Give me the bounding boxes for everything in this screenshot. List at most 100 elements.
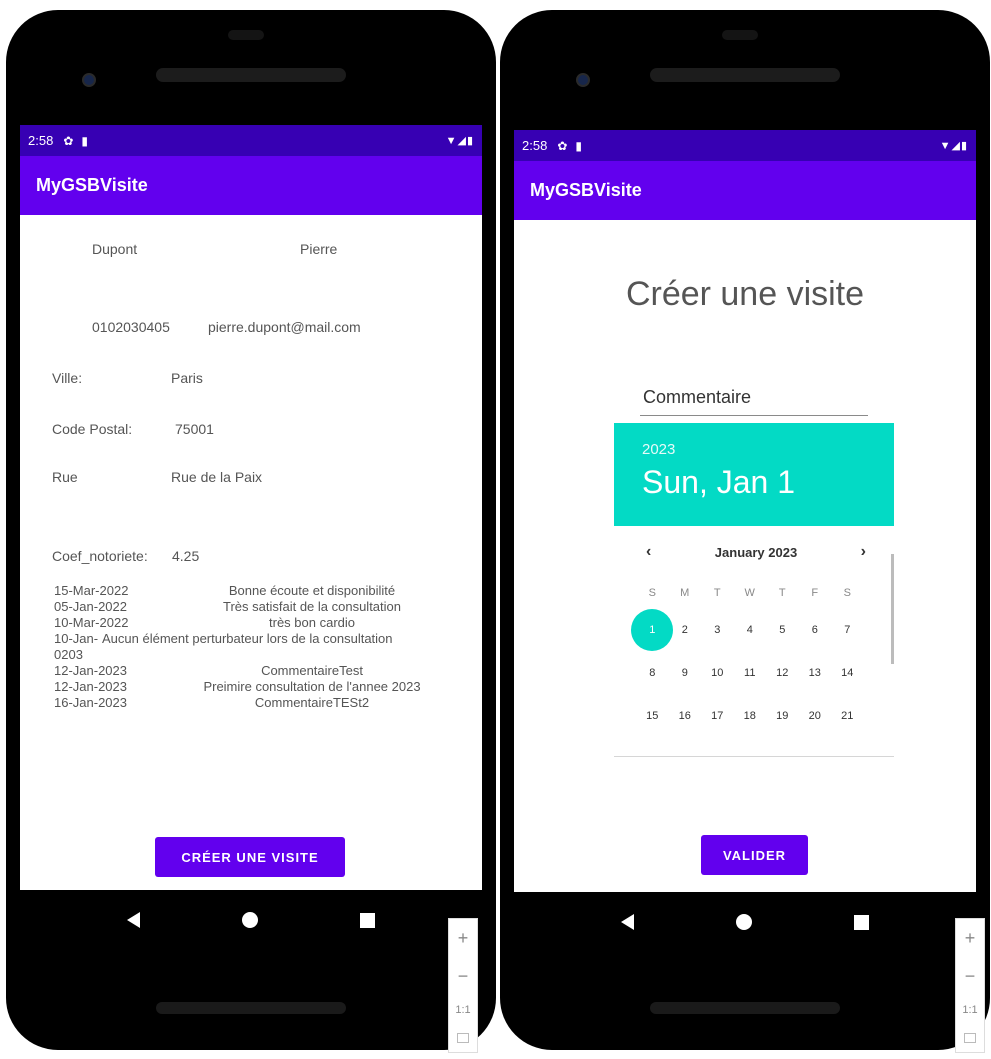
calendar-day-label: 12 <box>776 666 789 679</box>
month-label: January 2023 <box>714 544 798 560</box>
weekday-label: T <box>713 587 721 599</box>
zoom-out-button[interactable]: − <box>965 966 976 987</box>
create-visit-button[interactable]: CRÉER UNE VISITE <box>155 837 345 877</box>
calendar-day-selected[interactable]: 1 <box>631 608 673 651</box>
weekday-label: T <box>778 587 786 599</box>
calendar-day[interactable]: 7 <box>831 608 864 651</box>
list-item: 10-Mar-2022 très bon cardio <box>54 615 464 631</box>
validate-button[interactable]: VALIDER <box>701 835 808 875</box>
zoom-fit-icon[interactable] <box>457 1033 469 1044</box>
page-title: Créer une visite <box>625 275 865 313</box>
visit-date: 15-Mar-2022 <box>54 583 129 598</box>
code-postal-label: Code Postal: <box>52 421 133 437</box>
calendar-day[interactable]: 6 <box>799 608 832 651</box>
calendar-day-label: 21 <box>841 709 854 722</box>
zoom-one-to-one-button[interactable]: 1:1 <box>455 1004 470 1016</box>
ville-value: Paris <box>171 370 203 386</box>
recents-icon[interactable] <box>854 914 869 930</box>
calendar-scrollbar[interactable] <box>891 554 894 664</box>
back-icon[interactable] <box>621 914 634 930</box>
camera-bump <box>722 30 758 40</box>
calendar-grid: S M T W T F S 1 2 3 4 5 6 7 8 9 10 11 12 13 14 15 16 17 18 19 20 21 <box>631 578 894 737</box>
navigation-bar <box>500 892 990 952</box>
calendar-day[interactable]: 10 <box>701 651 734 694</box>
calendar-day[interactable]: 9 <box>669 651 702 694</box>
recents-icon[interactable] <box>360 912 375 928</box>
zoom-fit-icon[interactable] <box>964 1033 976 1044</box>
zoom-out-button[interactable]: − <box>458 966 469 987</box>
phone-frame-right: 2:58 ✿ ▮ ▼◢▮ MyGSBVisite Créer une visit… <box>500 10 990 1050</box>
sd-card-icon: ▮ <box>81 133 88 148</box>
home-icon[interactable] <box>242 912 258 928</box>
calendar-day[interactable]: 18 <box>734 694 767 737</box>
calendar-day[interactable]: 8 <box>636 651 669 694</box>
zoom-in-button[interactable]: + <box>965 928 976 949</box>
calendar-day[interactable]: 15 <box>636 694 669 737</box>
settings-icon: ✿ <box>557 138 568 153</box>
chevron-left-icon[interactable]: ‹ <box>646 543 651 561</box>
year-label[interactable]: 2023 <box>642 441 894 458</box>
visit-date: 10-Mar-2022 <box>54 615 129 630</box>
signal-battery-icons: ▼◢▮ <box>939 140 968 152</box>
list-item: 15-Mar-2022 Bonne écoute et disponibilit… <box>54 583 464 599</box>
calendar-day[interactable]: 11 <box>734 651 767 694</box>
app-bar: MyGSBVisite <box>20 156 482 215</box>
comment-field[interactable] <box>640 380 868 416</box>
visit-date: 12-Jan-2023 <box>54 679 127 694</box>
settings-icon: ✿ <box>63 133 74 148</box>
calendar-day-label: 20 <box>808 709 821 722</box>
calendar-day-label: 2 <box>681 623 688 636</box>
visit-date: 10-Jan-0203 <box>54 631 99 662</box>
weekday-label: F <box>811 587 819 599</box>
visit-comment: Bonne écoute et disponibilité <box>228 583 396 598</box>
calendar-day-label: 17 <box>711 709 724 722</box>
coef-label: Coef_notoriete: <box>52 548 148 564</box>
visit-date: 05-Jan-2022 <box>54 599 127 614</box>
zoom-one-to-one-button[interactable]: 1:1 <box>962 1004 977 1016</box>
rue-label: Rue <box>52 469 78 485</box>
zoom-controls-left: + − 1:1 <box>448 918 478 1053</box>
calendar-day[interactable]: 14 <box>831 651 864 694</box>
selected-date-label: Sun, Jan 1 <box>642 464 795 500</box>
calendar-day-label: 13 <box>808 666 821 679</box>
calendar-day-label: 8 <box>649 666 656 679</box>
calendar-day[interactable]: 20 <box>799 694 832 737</box>
calendar-day-label: 14 <box>841 666 854 679</box>
visit-date: 12-Jan-2023 <box>54 663 127 678</box>
calendar-day[interactable]: 16 <box>669 694 702 737</box>
calendar-day[interactable]: 2 <box>669 608 702 651</box>
list-item: 10-Jan-0203 Aucun élément perturbateur l… <box>54 631 464 663</box>
back-icon[interactable] <box>127 912 140 928</box>
date-picker: 2023 Sun, Jan 1 ‹ January 2023 › SMTWTFS… <box>614 423 894 758</box>
phone-text: 0102030405 <box>92 319 170 335</box>
status-bar: 2:58 ✿ ▮ ▼◢▮ <box>514 130 976 161</box>
weekday-label: S <box>843 587 851 599</box>
calendar-day[interactable]: 12 <box>766 651 799 694</box>
zoom-in-button[interactable]: + <box>458 928 469 949</box>
calendar-day[interactable]: 17 <box>701 694 734 737</box>
chevron-right-icon[interactable]: › <box>861 543 866 561</box>
zoom-controls-right: + − 1:1 <box>955 918 985 1053</box>
camera-bump <box>228 30 264 40</box>
code-postal-value: 75001 <box>175 421 214 437</box>
calendar-day-label: 19 <box>776 709 789 722</box>
calendar-day[interactable]: 13 <box>799 651 832 694</box>
calendar-day[interactable]: 4 <box>734 608 767 651</box>
screen-create-visit: 2:58 ✿ ▮ ▼◢▮ MyGSBVisite Créer une visit… <box>514 130 976 892</box>
rue-value: Rue de la Paix <box>171 469 263 485</box>
earpiece-speaker <box>156 68 346 82</box>
calendar-day[interactable]: 21 <box>831 694 864 737</box>
visits-list: 15-Mar-2022 Bonne écoute et disponibilit… <box>54 583 464 711</box>
visit-date: 16-Jan-2023 <box>54 695 127 710</box>
calendar-day-label: 10 <box>711 666 724 679</box>
calendar-day[interactable]: 19 <box>766 694 799 737</box>
calendar-day-label: 4 <box>746 623 753 636</box>
visit-comment: CommentaireTESt2 <box>254 695 370 710</box>
calendar-day[interactable]: 3 <box>701 608 734 651</box>
visit-comment: Très satisfait de la consultation <box>223 599 401 614</box>
calendar-day[interactable]: 5 <box>766 608 799 651</box>
first-name-text: Pierre <box>300 241 338 257</box>
home-icon[interactable] <box>736 914 752 930</box>
visit-comment: Aucun élément perturbateur lors de la co… <box>102 631 393 646</box>
visit-comment: CommentaireTest <box>261 663 363 678</box>
